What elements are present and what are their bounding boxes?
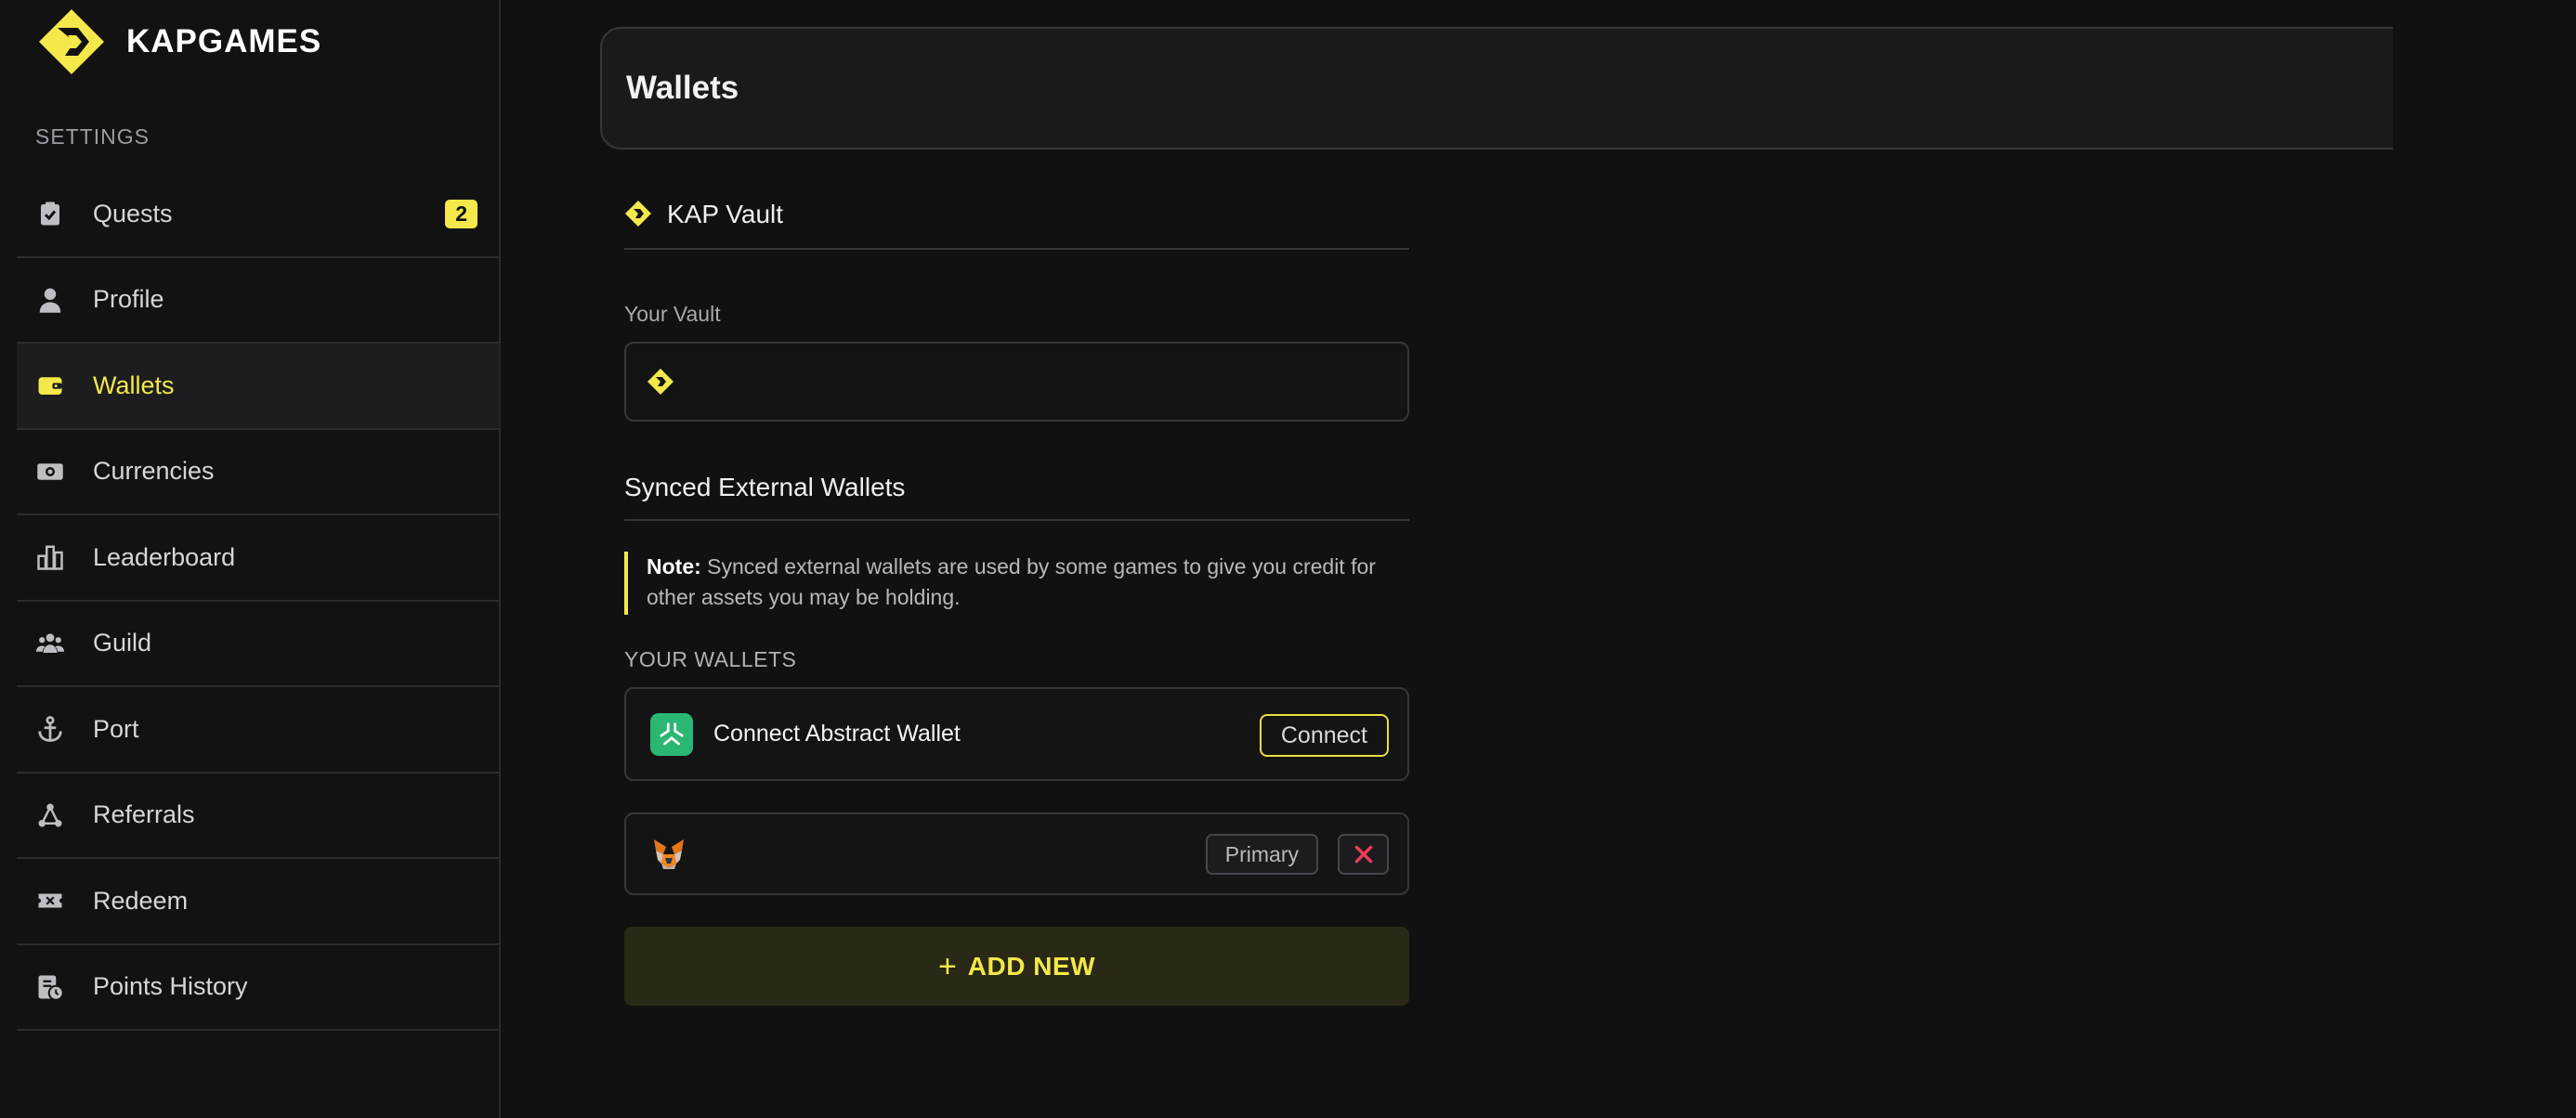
sidebar-item-label: Leaderboard: [93, 542, 236, 571]
sidebar-item-label: Referrals: [93, 800, 195, 829]
your-vault-label: Your Vault: [624, 302, 721, 326]
sidebar-item-leaderboard[interactable]: Leaderboard: [17, 515, 500, 602]
quests-count-badge: 2: [445, 200, 477, 228]
sidebar-item-label: Quests: [93, 199, 173, 228]
remove-wallet-button[interactable]: [1338, 834, 1389, 875]
brand[interactable]: KAPGAMES: [37, 7, 321, 76]
sidebar-item-port[interactable]: Port: [17, 687, 500, 774]
add-new-wallet-button[interactable]: + ADD NEW: [624, 927, 1409, 1006]
sidebar-item-label: Guild: [93, 629, 152, 657]
your-wallets-label: YOUR WALLETS: [624, 647, 797, 671]
abstract-wallet-row: Connect Abstract Wallet Connect: [624, 687, 1409, 781]
note-label: Note:: [647, 554, 701, 578]
sidebar-item-label: Redeem: [93, 886, 189, 915]
sidebar-item-redeem[interactable]: Redeem: [17, 859, 500, 945]
sidebar-item-label: Profile: [93, 285, 164, 314]
sidebar-item-label: Port: [93, 714, 139, 743]
bar-chart-icon: [35, 542, 65, 572]
sidebar-item-label: Currencies: [93, 457, 215, 486]
kap-vault-title: KAP Vault: [667, 200, 784, 228]
kap-diamond-icon: [625, 201, 651, 227]
kap-vault-heading: KAP Vault: [624, 200, 1409, 250]
metamask-fox-icon: [654, 838, 684, 869]
sidebar-item-profile[interactable]: Profile: [17, 258, 500, 344]
sidebar-item-referrals[interactable]: Referrals: [17, 774, 500, 859]
anchor-icon: [35, 714, 65, 744]
settings-section-label: SETTINGS: [35, 124, 150, 149]
close-icon: [1354, 845, 1372, 864]
synced-wallets-heading: Synced External Wallets: [624, 473, 1409, 521]
user-icon: [35, 285, 65, 315]
ticket-icon: [35, 886, 65, 916]
group-icon: [35, 629, 65, 658]
connect-button[interactable]: Connect: [1259, 714, 1389, 757]
abstract-wallet-name: Connect Abstract Wallet: [713, 721, 961, 747]
sidebar-item-label: Points History: [93, 972, 248, 1001]
history-icon: [35, 972, 65, 1002]
kapgames-logo-icon: [39, 9, 104, 74]
wallet-icon: [35, 370, 65, 400]
sidebar-item-guild[interactable]: Guild: [17, 602, 500, 687]
sidebar-nav: Quests 2 Profile Wallets Currencies Lead…: [17, 172, 500, 1031]
primary-wallet-button[interactable]: Primary: [1205, 834, 1318, 875]
kap-diamond-icon: [647, 369, 673, 395]
cash-icon: [35, 457, 65, 487]
note-text: Synced external wallets are used by some…: [647, 554, 1376, 609]
sidebar-item-currencies[interactable]: Currencies: [17, 430, 500, 515]
vault-address-field[interactable]: [624, 342, 1409, 422]
page: KAPGAMES SETTINGS Quests 2 Profile Walle…: [0, 0, 2576, 1118]
sidebar-item-label: Wallets: [93, 370, 175, 399]
page-header: Wallets: [600, 27, 2393, 150]
sidebar-item-points-history[interactable]: Points History: [17, 945, 500, 1031]
brand-name: KAPGAMES: [126, 23, 322, 59]
sidebar-item-wallets[interactable]: Wallets: [17, 344, 500, 430]
page-title: Wallets: [626, 70, 739, 106]
metamask-wallet-row: Primary: [624, 812, 1409, 895]
abstract-wallet-icon: [650, 712, 693, 756]
add-new-label: ADD NEW: [967, 951, 1096, 981]
synced-wallets-note: Note: Synced external wallets are used b…: [624, 552, 1409, 615]
network-icon: [35, 800, 65, 830]
sidebar-item-quests[interactable]: Quests 2: [17, 172, 500, 258]
plus-icon: +: [937, 948, 957, 984]
clipboard-check-icon: [35, 199, 65, 228]
sidebar: KAPGAMES SETTINGS Quests 2 Profile Walle…: [0, 0, 501, 1118]
